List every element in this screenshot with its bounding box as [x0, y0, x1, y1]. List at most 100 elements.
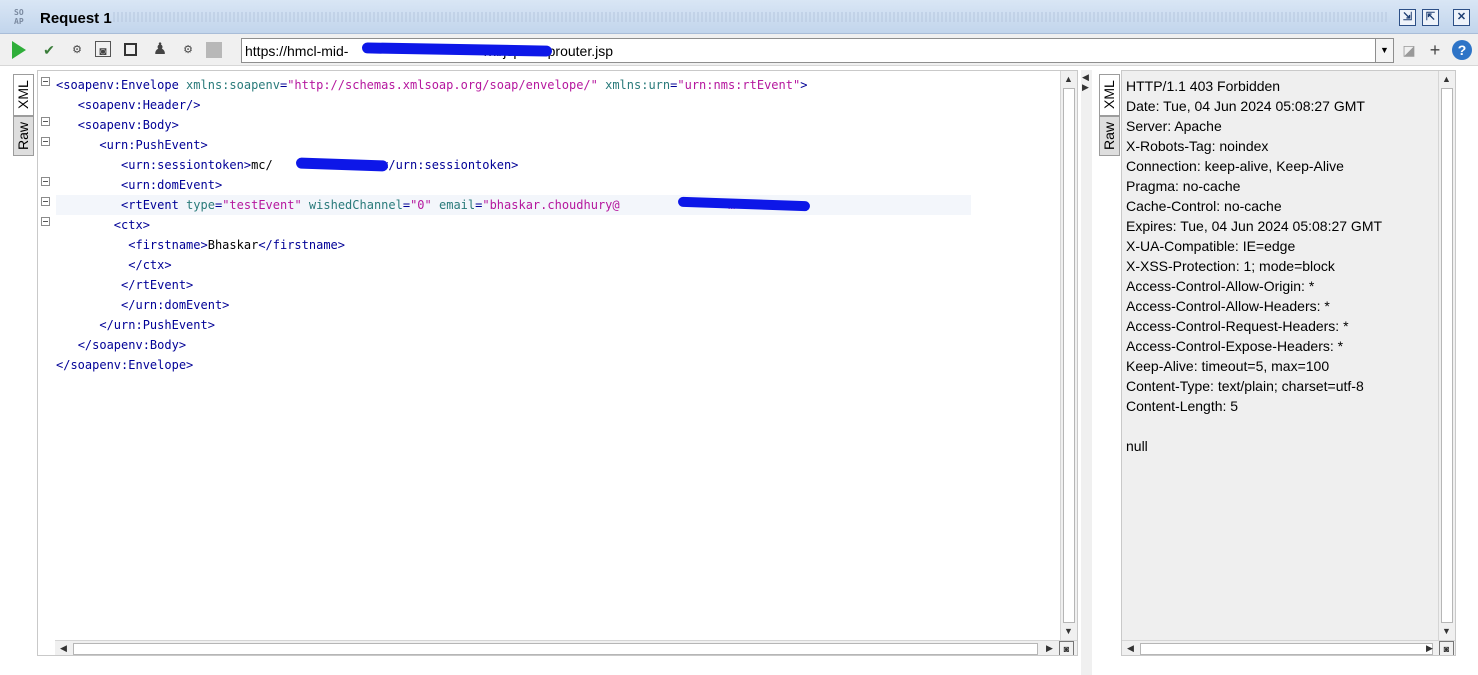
xml-token: </soapenv:Body> — [77, 338, 187, 352]
response-horizontal-scrollbar[interactable]: ◀ ▶ ◙ — [1122, 640, 1455, 655]
response-line: Keep-Alive: timeout=5, max=100 — [1126, 358, 1330, 374]
xml-token: </urn:domEvent> — [121, 298, 230, 312]
response-raw-view[interactable]: HTTP/1.1 403 Forbidden Date: Tue, 04 Jun … — [1121, 70, 1456, 656]
help-icon[interactable]: ? — [1452, 40, 1472, 60]
xml-token: xmlns:urn — [605, 78, 671, 92]
request-vertical-scrollbar[interactable]: ▲ ▼ — [1060, 71, 1077, 640]
xml-line[interactable]: <firstname>Bhaskar</firstname> — [56, 235, 971, 255]
request-tab-raw[interactable]: Raw — [13, 116, 34, 156]
request-title-bar: SO AP Request 1 ⇲ ⇱ ✕ — [0, 0, 1478, 34]
response-line: Connection: keep-alive, Keep-Alive — [1126, 158, 1344, 174]
logo-top-text: SO — [14, 8, 24, 17]
response-corner-icon[interactable]: ◙ — [1439, 641, 1454, 655]
play-icon — [12, 41, 26, 59]
response-line: Pragma: no-cache — [1126, 178, 1241, 194]
xml-token: </urn:PushEvent> — [99, 318, 215, 332]
xml-line[interactable]: <soapenv:Body> — [56, 115, 971, 135]
xml-token: wishedChannel — [308, 198, 403, 212]
xml-token: <urn:PushEvent> — [99, 138, 208, 152]
ws-settings-icon[interactable]: ⚙ — [179, 41, 197, 59]
xml-line[interactable]: <ctx> — [56, 215, 971, 235]
request-corner-icon[interactable]: ◙ — [1059, 641, 1074, 655]
cancel-request-button[interactable] — [206, 42, 222, 58]
collapse-right-icon[interactable]: ▶ — [1082, 82, 1089, 93]
window-title: Request 1 — [40, 10, 112, 27]
maximize-editor-icon[interactable] — [124, 43, 137, 56]
xml-line[interactable]: <urn:domEvent> — [56, 175, 971, 195]
response-hscroll-thumb[interactable] — [1140, 643, 1433, 655]
xml-token: "http://schemas.xmlsoap.org/soap/envelop… — [287, 78, 598, 92]
xml-line[interactable]: <soapenv:Envelope xmlns:soapenv="http://… — [56, 75, 971, 95]
response-scroll-thumb[interactable] — [1441, 88, 1453, 623]
xml-line[interactable]: </urn:domEvent> — [56, 295, 971, 315]
fold-toggle-pushevent-icon[interactable] — [41, 137, 50, 146]
response-tab-xml[interactable]: XML — [1099, 74, 1120, 116]
restore-icon[interactable]: ⇲ — [1399, 9, 1416, 26]
xml-token: = — [402, 198, 411, 212]
xml-token: <rtEvent — [121, 198, 187, 212]
response-scroll-left-icon[interactable]: ◀ — [1123, 641, 1138, 655]
response-scroll-down-icon[interactable]: ▼ — [1439, 624, 1454, 639]
response-line: Server: Apache — [1126, 118, 1222, 134]
xml-line[interactable]: </soapenv:Body> — [56, 335, 971, 355]
response-tab-raw[interactable]: Raw — [1099, 116, 1120, 156]
request-horizontal-scrollbar[interactable]: ◀ ▶ ◙ — [55, 640, 1077, 655]
xml-line[interactable]: <rtEvent type="testEvent" wishedChannel=… — [56, 195, 971, 215]
xml-token: xmlns:soapenv — [186, 78, 280, 92]
xml-line[interactable]: <soapenv:Header/> — [56, 95, 971, 115]
fold-toggle-rtevent-icon[interactable] — [41, 197, 50, 206]
submit-request-button[interactable] — [12, 41, 30, 59]
response-line: Access-Control-Allow-Headers: * — [1126, 298, 1330, 314]
xml-token: </soapenv:Envelope> — [56, 358, 194, 372]
xml-line[interactable]: </ctx> — [56, 255, 971, 275]
request-scroll-thumb[interactable] — [1063, 88, 1075, 623]
format-xml-icon[interactable]: ◙ — [95, 41, 111, 58]
soap-logo-icon: SO AP — [14, 8, 34, 28]
response-scroll-right-icon[interactable]: ▶ — [1422, 641, 1437, 655]
response-scroll-up-icon[interactable]: ▲ — [1439, 72, 1454, 87]
xml-token: > — [800, 78, 808, 92]
response-line: Date: Tue, 04 Jun 2024 05:08:27 GMT — [1126, 98, 1365, 114]
close-icon[interactable]: ✕ — [1453, 9, 1470, 26]
xml-line[interactable]: <urn:sessiontoken>mc/ </urn:sessiontoken… — [56, 155, 971, 175]
auth-user-icon[interactable]: ♟ — [151, 41, 169, 59]
xml-token: </urn:sessiontoken> — [381, 158, 519, 172]
request-hscroll-thumb[interactable] — [73, 643, 1038, 655]
clone-icon[interactable]: ◪ — [1400, 41, 1418, 59]
request-tab-xml[interactable]: XML — [13, 74, 34, 116]
maximize-icon[interactable]: ⇱ — [1422, 9, 1439, 26]
xml-token: "0" — [410, 198, 432, 212]
xml-line[interactable]: </urn:PushEvent> — [56, 315, 971, 335]
request-xml-code[interactable]: <soapenv:Envelope xmlns:soapenv = "http://… — [56, 75, 971, 375]
request-toolbar: ✔ ⚙ ◙ ♟ ⚙ ▼ ◪ + ? — [0, 34, 1478, 66]
fold-toggle-domevent-icon[interactable] — [41, 177, 50, 186]
create-empty-request-icon[interactable]: ⚙ — [68, 41, 86, 59]
xml-line[interactable]: </soapenv:Envelope> — [56, 355, 971, 375]
response-text[interactable]: HTTP/1.1 403 Forbidden Date: Tue, 04 Jun … — [1126, 76, 1382, 456]
request-xml-editor[interactable]: <soapenv:Envelope xmlns:soapenv = "http://… — [37, 70, 1078, 656]
xml-line[interactable]: </rtEvent> — [56, 275, 971, 295]
fold-toggle-body-icon[interactable] — [41, 117, 50, 126]
add-endpoint-button[interactable]: + — [1426, 41, 1444, 59]
xml-token: </firstname> — [258, 238, 346, 252]
split-divider[interactable]: ◀ ▶ — [1081, 70, 1092, 675]
fold-gutter — [38, 71, 54, 655]
xml-token: type — [186, 198, 215, 212]
scroll-up-icon[interactable]: ▲ — [1061, 72, 1076, 87]
response-line — [1126, 416, 1382, 436]
scroll-down-icon[interactable]: ▼ — [1061, 624, 1076, 639]
response-vertical-scrollbar[interactable]: ▲ ▼ — [1438, 71, 1455, 640]
response-line: Access-Control-Expose-Headers: * — [1126, 338, 1344, 354]
xml-token: email — [439, 198, 476, 212]
xml-line[interactable]: <urn:PushEvent> — [56, 135, 971, 155]
fold-toggle-envelope-icon[interactable] — [41, 77, 50, 86]
scroll-left-icon[interactable]: ◀ — [56, 641, 71, 655]
response-line: Cache-Control: no-cache — [1126, 198, 1282, 214]
fold-toggle-ctx-icon[interactable] — [41, 217, 50, 226]
add-assertion-icon[interactable]: ✔ — [40, 41, 58, 59]
response-line: Content-Type: text/plain; charset=utf-8 — [1126, 378, 1364, 394]
scroll-right-icon[interactable]: ▶ — [1042, 641, 1057, 655]
response-line: Access-Control-Request-Headers: * — [1126, 318, 1349, 334]
endpoint-dropdown-icon[interactable]: ▼ — [1375, 39, 1393, 62]
endpoint-url-field[interactable]: ▼ — [241, 38, 1394, 63]
